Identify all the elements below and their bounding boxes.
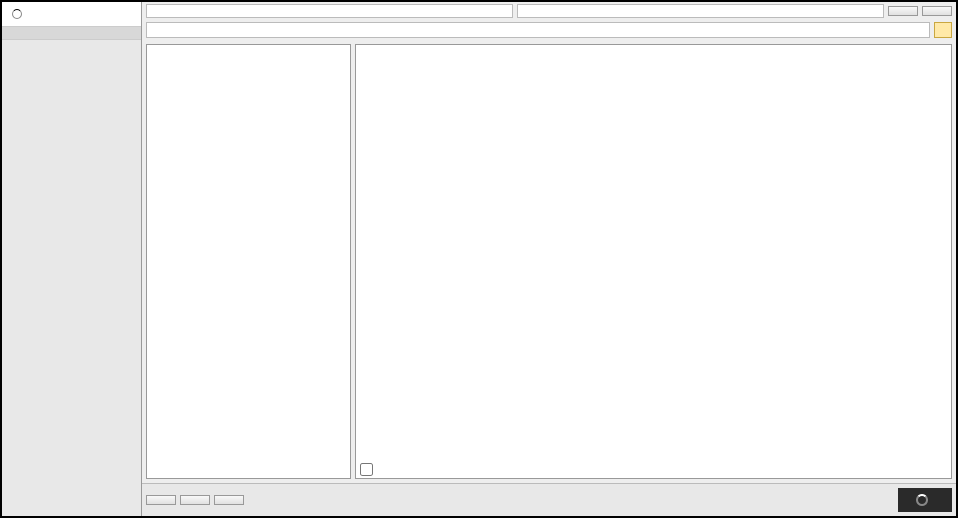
status-banner [898, 488, 952, 512]
spinner-icon [12, 9, 22, 19]
uut-tab-1[interactable] [2, 2, 141, 27]
uut-tab-2[interactable] [2, 27, 141, 40]
product-input[interactable] [517, 4, 884, 18]
pause-button[interactable] [180, 495, 210, 505]
follow-tail-checkbox[interactable] [360, 463, 373, 476]
sequence-tree[interactable] [146, 44, 351, 479]
release-button[interactable] [922, 6, 952, 16]
uut-sidebar [2, 2, 142, 516]
folder-icon[interactable] [934, 22, 952, 38]
start-button[interactable] [146, 495, 176, 505]
accept-button[interactable] [888, 6, 918, 16]
terminate-button[interactable] [214, 495, 244, 505]
sequence-file-input[interactable] [146, 22, 930, 38]
serial-input[interactable] [146, 4, 513, 18]
spinner-icon [916, 494, 928, 506]
